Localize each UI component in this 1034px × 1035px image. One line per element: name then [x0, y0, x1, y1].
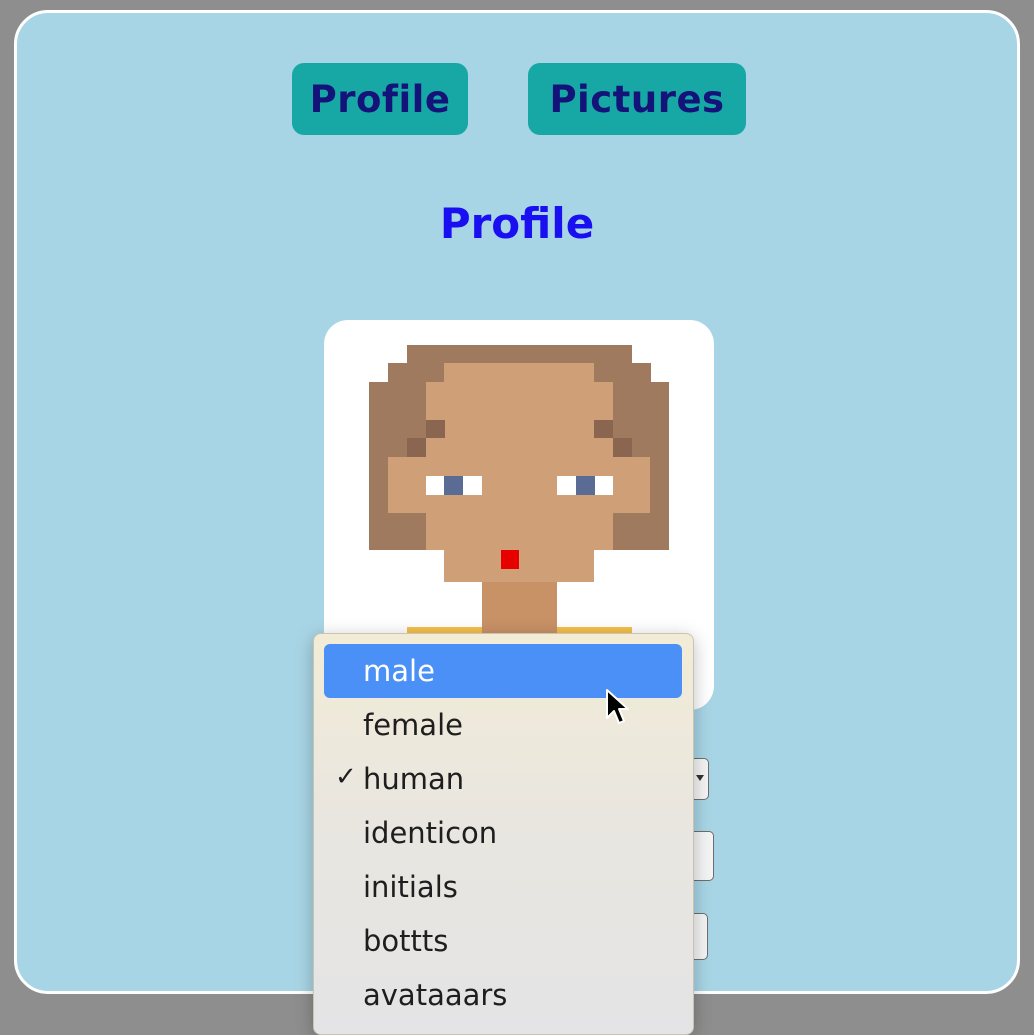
dropdown-option-initials[interactable]: initials — [324, 860, 682, 914]
checkmark-icon: ✓ — [335, 762, 357, 792]
dropdown-option-label: male — [363, 654, 435, 688]
profile-nav-button[interactable]: Profile — [292, 63, 468, 135]
avatar-mouth — [501, 550, 519, 569]
dropdown-option-bottts[interactable]: bottts — [324, 914, 682, 968]
dropdown-option-label: human — [363, 762, 465, 796]
dropdown-option-label: avataaars — [363, 978, 508, 1012]
pictures-nav-button[interactable]: Pictures — [528, 63, 746, 135]
dropdown-option-human[interactable]: ✓ human — [324, 752, 682, 806]
page-title: Profile — [439, 199, 595, 248]
dropdown-option-identicon[interactable]: identicon — [324, 806, 682, 860]
dropdown-option-label: initials — [363, 870, 458, 904]
avatar-neck — [482, 582, 557, 637]
dropdown-option-label: identicon — [363, 816, 498, 850]
chevron-down-icon — [696, 775, 704, 781]
dropdown-option-label: bottts — [363, 924, 449, 958]
dropdown-option-label: female — [363, 708, 463, 742]
avatar-style-dropdown-menu: male female ✓ human identicon initials b… — [313, 633, 694, 1035]
dropdown-option-avataaars[interactable]: avataaars — [324, 968, 682, 1022]
mouse-pointer-icon — [606, 689, 629, 724]
